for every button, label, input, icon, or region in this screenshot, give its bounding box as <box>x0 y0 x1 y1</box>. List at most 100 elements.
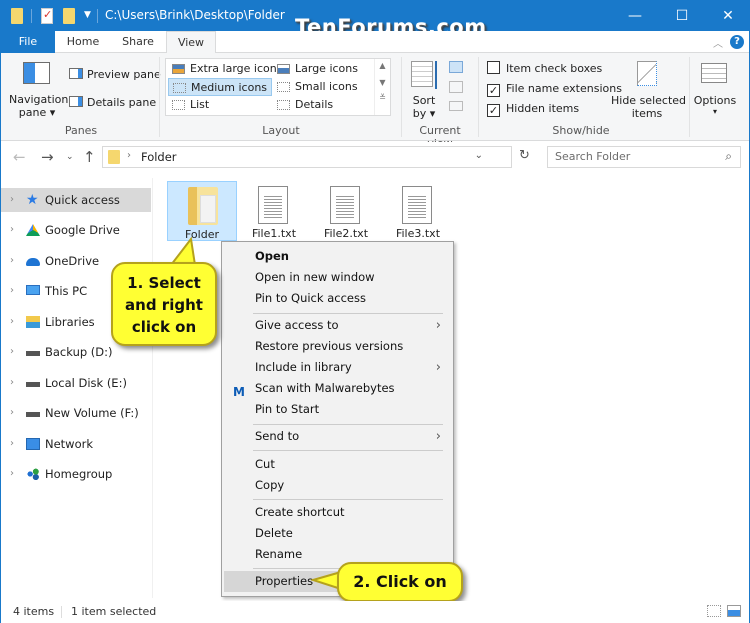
divider <box>61 606 62 618</box>
scroll-down-icon[interactable]: ▼ <box>375 78 390 87</box>
nav-label: Homegroup <box>45 467 113 481</box>
menu-item-give-access-to[interactable]: Give access to › <box>224 315 451 336</box>
tab-view[interactable]: View <box>166 31 216 54</box>
menu-item-pin-to-start[interactable]: Pin to Start <box>224 399 451 420</box>
hidden-items-checkbox[interactable]: ✓ Hidden items <box>487 102 579 117</box>
tab-home[interactable]: Home <box>57 31 109 53</box>
item-check-boxes-checkbox[interactable]: Item check boxes <box>487 61 602 75</box>
help-icon[interactable]: ? <box>730 35 744 49</box>
show-hide-group-label: Show/hide <box>552 124 610 137</box>
refresh-button[interactable]: ↻ <box>519 148 530 163</box>
details-view-icon[interactable] <box>707 605 721 617</box>
expand-chevron-icon[interactable]: › <box>10 401 14 425</box>
text-file-icon <box>330 186 360 224</box>
maximize-button[interactable]: ☐ <box>659 1 705 31</box>
file-item-file2[interactable]: File2.txt <box>311 181 381 241</box>
forward-button[interactable]: → <box>41 148 54 166</box>
nav-item-quick-access[interactable]: › ★ Quick access <box>1 188 151 212</box>
large-icons-icon <box>277 64 290 74</box>
menu-item-cut[interactable]: Cut <box>224 454 451 475</box>
collapse-ribbon-icon[interactable]: ︿ <box>713 35 723 50</box>
tab-share[interactable]: Share <box>113 31 163 53</box>
layout-list[interactable]: List <box>168 96 272 114</box>
file-item-folder[interactable]: Folder <box>167 181 237 241</box>
address-dropdown-icon[interactable]: ⌄ <box>475 150 483 161</box>
expand-chevron-icon[interactable]: › <box>10 310 14 334</box>
small-icons-icon <box>277 82 290 92</box>
menu-item-label: Give access to <box>255 318 339 332</box>
expand-chevron-icon[interactable]: › <box>10 432 14 456</box>
text-file-icon <box>258 186 288 224</box>
menu-item-include-in-library[interactable]: Include in library › <box>224 357 451 378</box>
expand-chevron-icon[interactable]: › <box>10 462 14 486</box>
file-name: File1.txt <box>251 227 297 240</box>
file-item-file1[interactable]: File1.txt <box>239 181 309 241</box>
scroll-up-icon[interactable]: ▲ <box>375 61 390 70</box>
file-name-extensions-checkbox[interactable]: ✓ File name extensions <box>487 82 622 97</box>
large-icons-view-icon[interactable] <box>727 605 741 617</box>
checkbox-unchecked[interactable] <box>487 61 500 74</box>
recent-locations-button[interactable]: ⌄ <box>66 152 74 162</box>
divider <box>159 57 160 137</box>
expand-chevron-icon[interactable]: › <box>10 188 14 212</box>
add-columns-icon[interactable] <box>449 81 463 93</box>
layout-large-icons[interactable]: Large icons <box>273 60 373 78</box>
new-folder-icon[interactable] <box>63 8 75 24</box>
up-button[interactable]: ↑ <box>83 148 96 166</box>
minimize-button[interactable]: — <box>612 1 658 31</box>
hide-selected-items-button[interactable]: Hide selected items <box>611 94 687 120</box>
group-by-icon[interactable] <box>449 61 463 73</box>
file-item-file3[interactable]: File3.txt <box>383 181 453 241</box>
layout-gallery-scroll[interactable]: ▲ ▼ ≚ <box>374 59 390 115</box>
expand-chevron-icon[interactable]: › <box>10 371 14 395</box>
tab-file[interactable]: File <box>1 31 55 53</box>
layout-item-label: Large icons <box>295 62 358 75</box>
expand-chevron-icon[interactable]: › <box>10 279 14 303</box>
customize-quick-access-icon[interactable]: ▼ <box>84 10 91 20</box>
layout-small-icons[interactable]: Small icons <box>273 78 373 96</box>
search-input[interactable]: Search Folder ⌕ <box>547 146 741 168</box>
expand-chevron-icon[interactable]: › <box>10 249 14 273</box>
address-bar[interactable]: › Folder ⌄ <box>102 146 512 168</box>
close-button[interactable]: ✕ <box>705 1 750 31</box>
nav-item-google-drive[interactable]: › Google Drive <box>1 218 151 242</box>
layout-extra-large-icons[interactable]: Extra large icons <box>168 60 282 78</box>
sort-by-button[interactable]: Sort by ▾ <box>411 94 437 120</box>
nav-item-network[interactable]: › Network <box>1 432 151 456</box>
menu-item-pin-to-quick-access[interactable]: Pin to Quick access <box>224 288 451 309</box>
menu-item-open[interactable]: Open <box>224 246 451 267</box>
nav-item-new-volume-f[interactable]: › New Volume (F:) <box>1 401 151 425</box>
properties-icon[interactable] <box>41 8 53 24</box>
hide-selected-label: Hide selected <box>611 94 687 107</box>
menu-item-scan-with-malwarebytes[interactable]: M Scan with Malwarebytes <box>224 378 451 399</box>
nav-item-local-disk-e[interactable]: › Local Disk (E:) <box>1 371 151 395</box>
options-button[interactable]: Options ▾ <box>693 94 737 116</box>
layout-medium-icons[interactable]: Medium icons <box>168 78 272 96</box>
preview-pane-button[interactable]: Preview pane <box>69 68 161 81</box>
size-columns-icon[interactable] <box>449 101 463 111</box>
menu-item-open-in-new-window[interactable]: Open in new window <box>224 267 451 288</box>
breadcrumb-folder[interactable]: Folder <box>141 150 177 164</box>
layout-item-label: List <box>190 98 210 111</box>
expand-gallery-icon[interactable]: ≚ <box>375 93 390 102</box>
menu-item-send-to[interactable]: Send to › <box>224 426 451 447</box>
navigation-pane-button[interactable]: Navigation pane ▾ <box>9 93 68 119</box>
extra-large-icons-icon <box>172 64 185 74</box>
breadcrumb-chevron-icon[interactable]: › <box>127 150 131 161</box>
checkbox-checked[interactable]: ✓ <box>487 104 500 117</box>
layout-details[interactable]: Details <box>273 96 373 114</box>
nav-item-homegroup[interactable]: › Homegroup <box>1 462 151 486</box>
details-pane-button[interactable]: Details pane <box>69 96 156 109</box>
expand-chevron-icon[interactable]: › <box>10 340 14 364</box>
search-icon[interactable]: ⌕ <box>725 149 732 164</box>
checkbox-checked[interactable]: ✓ <box>487 84 500 97</box>
menu-item-create-shortcut[interactable]: Create shortcut <box>224 502 451 523</box>
menu-item-restore-previous-versions[interactable]: Restore previous versions <box>224 336 451 357</box>
navigation-pane: › ★ Quick access › Google Drive › OneDri… <box>1 178 153 598</box>
back-button[interactable]: ← <box>13 148 26 166</box>
search-placeholder: Search Folder <box>555 150 631 163</box>
menu-item-copy[interactable]: Copy <box>224 475 451 496</box>
medium-icons-icon <box>173 83 186 93</box>
menu-item-delete[interactable]: Delete <box>224 523 451 544</box>
expand-chevron-icon[interactable]: › <box>10 218 14 242</box>
